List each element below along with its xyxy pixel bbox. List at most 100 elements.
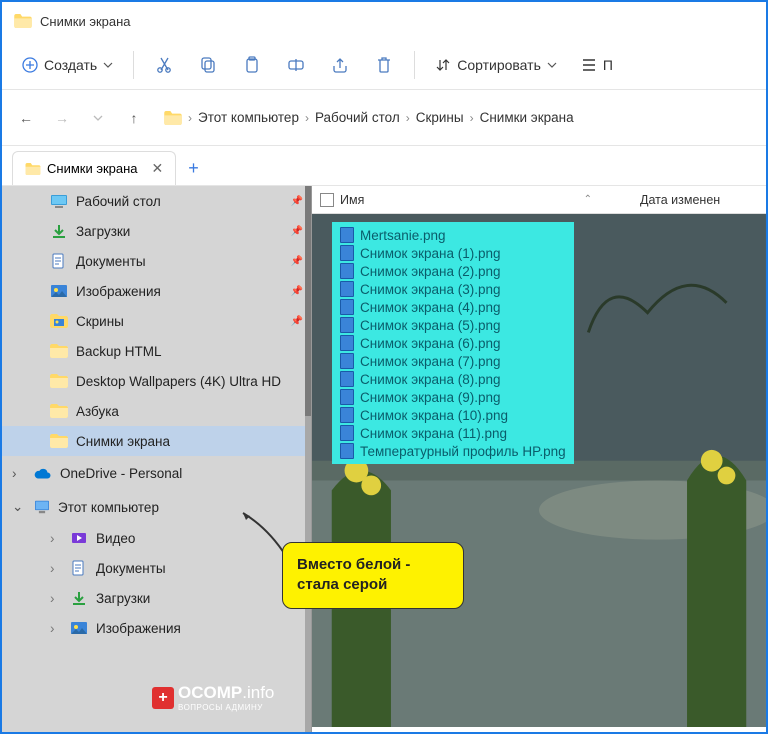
column-name[interactable]: Имя ⌃ bbox=[312, 193, 632, 207]
cut-button[interactable] bbox=[144, 49, 184, 81]
file-name: Снимок экрана (4).png bbox=[360, 300, 501, 315]
breadcrumb-item[interactable]: Скрины bbox=[416, 110, 464, 125]
sidebar-item[interactable]: Снимки экрана bbox=[2, 426, 311, 456]
file-row[interactable]: Снимок экрана (9).png bbox=[338, 388, 568, 406]
delete-button[interactable] bbox=[364, 49, 404, 81]
file-selection: Mertsanie.pngСнимок экрана (1).pngСнимок… bbox=[332, 222, 574, 464]
chevron-down-icon bbox=[93, 115, 103, 121]
sidebar-item-label: Изображения bbox=[96, 621, 181, 636]
new-tab-button[interactable]: + bbox=[176, 152, 211, 185]
expand-icon[interactable]: › bbox=[50, 591, 62, 606]
collapse-icon[interactable]: ⌄ bbox=[12, 499, 26, 515]
file-row[interactable]: Снимок экрана (10).png bbox=[338, 406, 568, 424]
file-name: Снимок экрана (6).png bbox=[360, 336, 501, 351]
video-icon bbox=[70, 530, 88, 546]
breadcrumb-sep: › bbox=[305, 111, 309, 125]
sidebar-item[interactable]: Desktop Wallpapers (4K) Ultra HD bbox=[2, 366, 311, 396]
file-icon bbox=[340, 227, 354, 243]
sidebar-item[interactable]: Backup HTML bbox=[2, 336, 311, 366]
sidebar-item-label: Снимки экрана bbox=[76, 434, 170, 449]
column-date[interactable]: Дата изменен bbox=[632, 193, 766, 207]
folder-icon bbox=[50, 343, 68, 359]
file-icon bbox=[340, 335, 354, 351]
scrollbar-thumb[interactable] bbox=[305, 186, 311, 416]
window-title: Снимки экрана bbox=[40, 14, 131, 29]
back-button[interactable]: ← bbox=[12, 104, 40, 132]
breadcrumb-item[interactable]: Этот компьютер bbox=[198, 110, 299, 125]
sidebar-onedrive[interactable]: › OneDrive - Personal bbox=[2, 456, 311, 489]
sidebar-item[interactable]: Скрины📌 bbox=[2, 306, 311, 336]
titlebar: Снимки экрана bbox=[2, 2, 766, 40]
file-row[interactable]: Снимок экрана (5).png bbox=[338, 316, 568, 334]
breadcrumb-item[interactable]: Рабочий стол bbox=[315, 110, 400, 125]
paste-button[interactable] bbox=[232, 49, 272, 81]
expand-icon[interactable]: › bbox=[50, 621, 62, 636]
file-icon bbox=[340, 281, 354, 297]
expand-icon[interactable]: › bbox=[50, 531, 62, 546]
breadcrumb-item[interactable]: Снимки экрана bbox=[480, 110, 574, 125]
file-icon bbox=[340, 371, 354, 387]
file-row[interactable]: Снимок экрана (7).png bbox=[338, 352, 568, 370]
plus-circle-icon bbox=[22, 57, 38, 73]
file-row[interactable]: Снимок экрана (8).png bbox=[338, 370, 568, 388]
file-icon bbox=[340, 245, 354, 261]
sidebar-item-label: Изображения bbox=[76, 284, 161, 299]
file-name: Mertsanie.png bbox=[360, 228, 446, 243]
address-bar[interactable]: › Этот компьютер › Рабочий стол › Скрины… bbox=[156, 106, 756, 129]
select-all-checkbox[interactable] bbox=[320, 193, 334, 207]
pictures-icon bbox=[50, 283, 68, 299]
document-icon bbox=[50, 253, 68, 269]
rename-button[interactable] bbox=[276, 49, 316, 81]
sidebar-item[interactable]: Изображения 📌 bbox=[2, 276, 311, 306]
file-icon bbox=[340, 389, 354, 405]
file-row[interactable]: Mertsanie.png bbox=[338, 226, 568, 244]
cut-icon bbox=[155, 56, 173, 74]
paste-icon bbox=[243, 56, 261, 74]
sort-button[interactable]: Сортировать bbox=[425, 51, 567, 79]
forward-button[interactable]: → bbox=[48, 104, 76, 132]
file-row[interactable]: Снимок экрана (2).png bbox=[338, 262, 568, 280]
file-row[interactable]: Снимок экрана (4).png bbox=[338, 298, 568, 316]
expand-icon[interactable]: › bbox=[12, 466, 26, 481]
pin-icon: 📌 bbox=[291, 286, 303, 297]
file-row[interactable]: Снимок экрана (6).png bbox=[338, 334, 568, 352]
expand-icon[interactable]: › bbox=[50, 561, 62, 576]
file-row[interactable]: Снимок экрана (11).png bbox=[338, 424, 568, 442]
folder-icon bbox=[50, 433, 68, 449]
sidebar-item[interactable]: Загрузки📌 bbox=[2, 216, 311, 246]
separator bbox=[133, 51, 134, 79]
sidebar-item[interactable]: › Изображения bbox=[2, 613, 311, 643]
tab-screenshots[interactable]: Снимки экрана ✕ bbox=[12, 151, 176, 185]
up-button[interactable]: ↑ bbox=[120, 104, 148, 132]
copy-button[interactable] bbox=[188, 49, 228, 81]
breadcrumb-sep: › bbox=[470, 111, 474, 125]
tabs-row: Снимки экрана ✕ + bbox=[2, 146, 766, 186]
sidebar-item[interactable]: Документы📌 bbox=[2, 246, 311, 276]
file-name: Снимок экрана (1).png bbox=[360, 246, 501, 261]
new-button[interactable]: Создать bbox=[12, 51, 123, 79]
view-button[interactable]: П bbox=[571, 51, 617, 79]
share-icon bbox=[331, 56, 349, 74]
folder-icon bbox=[50, 403, 68, 419]
file-icon bbox=[340, 263, 354, 279]
sidebar-item[interactable]: Рабочий стол📌 bbox=[2, 186, 311, 216]
recent-button[interactable] bbox=[84, 104, 112, 132]
sidebar-item-label: Backup HTML bbox=[76, 344, 162, 359]
share-button[interactable] bbox=[320, 49, 360, 81]
file-row[interactable]: Снимок экрана (1).png bbox=[338, 244, 568, 262]
sort-indicator-icon: ⌃ bbox=[584, 194, 592, 205]
file-row[interactable]: Температурный профиль HP.png bbox=[338, 442, 568, 460]
folder-img-icon bbox=[50, 313, 68, 329]
scrollbar[interactable] bbox=[305, 186, 311, 732]
chevron-down-icon bbox=[547, 62, 557, 68]
tab-close-button[interactable]: ✕ bbox=[152, 160, 164, 177]
pc-icon bbox=[34, 500, 50, 514]
sidebar-item[interactable]: ›Загрузки bbox=[2, 583, 311, 613]
sidebar-item-label: Видео bbox=[96, 531, 135, 546]
navbar: ← → ↑ › Этот компьютер › Рабочий стол › … bbox=[2, 90, 766, 146]
desktop-icon bbox=[50, 193, 68, 209]
file-row[interactable]: Снимок экрана (3).png bbox=[338, 280, 568, 298]
sidebar-item-label: Загрузки bbox=[76, 224, 130, 239]
sidebar-item-label: Документы bbox=[96, 561, 166, 576]
sidebar-item[interactable]: Азбука bbox=[2, 396, 311, 426]
